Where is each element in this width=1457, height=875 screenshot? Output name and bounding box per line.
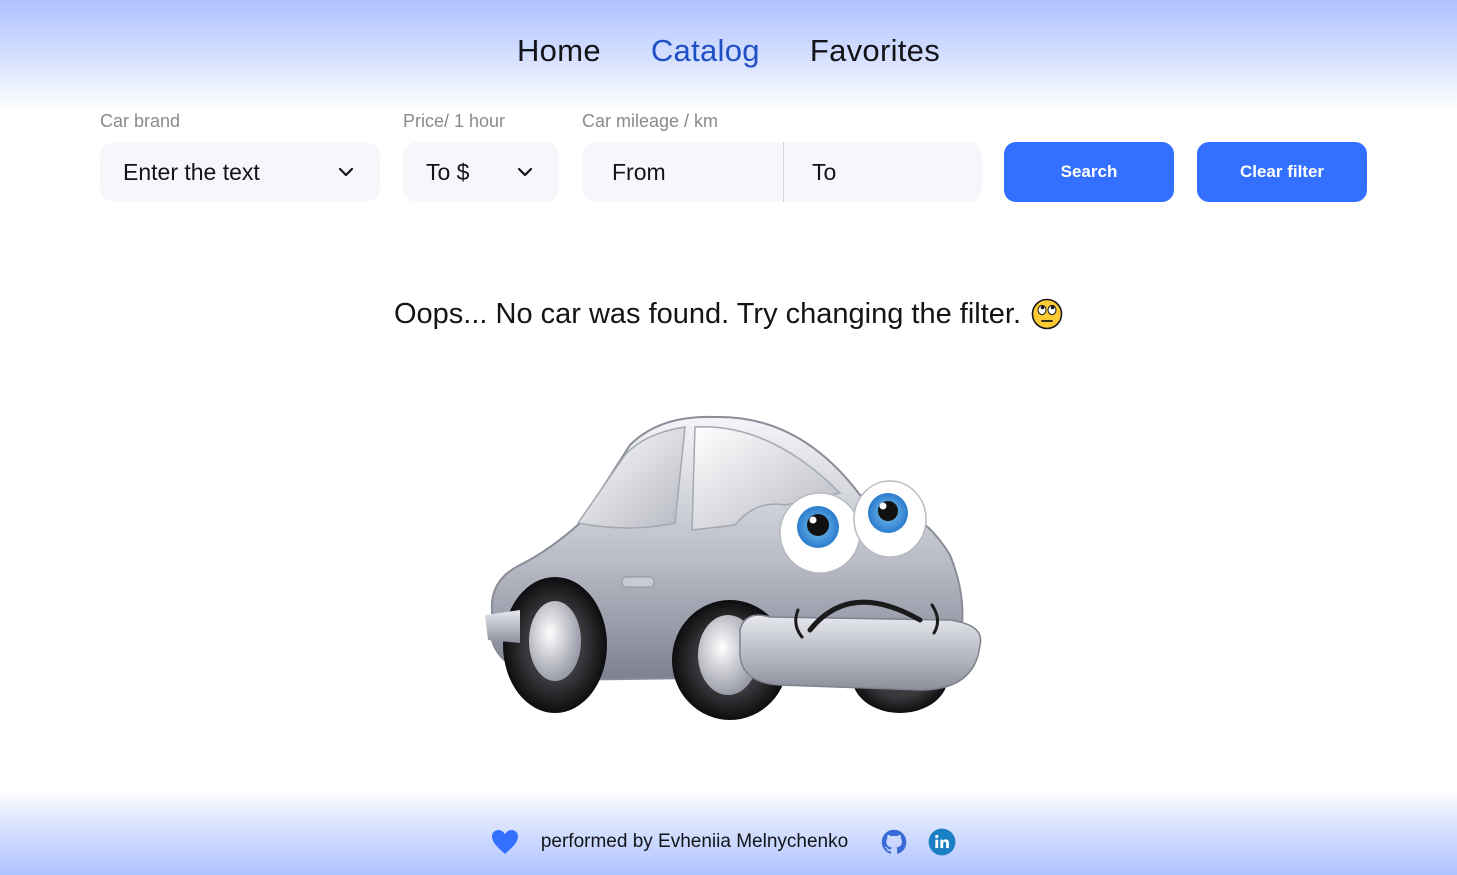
search-button[interactable]: Search (1004, 142, 1174, 202)
header: Home Catalog Favorites (0, 0, 1457, 110)
chevron-down-icon (517, 167, 533, 177)
nav-catalog[interactable]: Catalog (651, 30, 760, 72)
car-brand-value: Enter the text (123, 158, 260, 185)
nav-home[interactable]: Home (517, 30, 601, 72)
mileage-to-input[interactable]: To (784, 142, 982, 202)
mileage-from-placeholder: From (612, 158, 666, 185)
mileage-to-placeholder: To (812, 158, 837, 185)
chevron-down-icon (338, 167, 354, 177)
github-icon[interactable] (880, 828, 908, 856)
face-with-rolling-eyes-icon (1031, 298, 1063, 330)
nav-favorites[interactable]: Favorites (810, 30, 940, 72)
car-brand-select[interactable]: Enter the text (100, 142, 380, 202)
empty-state-message: Oops... No car was found. Try changing t… (0, 295, 1457, 333)
mileage-from-input[interactable]: From (582, 142, 784, 202)
clear-filter-button[interactable]: Clear filter (1197, 142, 1367, 202)
price-select[interactable]: To $ (403, 142, 559, 202)
heart-icon (491, 830, 518, 854)
mileage-label: Car mileage / km (582, 111, 719, 131)
footer-content: performed by Evheniia Melnychenko (0, 828, 1457, 856)
price-label: Price/ 1 hour (403, 111, 506, 131)
footer-credit: performed by Evheniia Melnychenko (540, 831, 849, 852)
footer: performed by Evheniia Melnychenko (0, 790, 1457, 875)
catalog-page: Home Catalog Favorites Car brand Enter t… (0, 0, 1457, 875)
main-nav: Home Catalog Favorites (0, 30, 1457, 72)
linkedin-icon[interactable] (928, 828, 956, 856)
empty-state-text: Oops... No car was found. Try changing t… (393, 298, 1022, 330)
car-brand-label: Car brand (100, 111, 181, 131)
price-value: To $ (426, 158, 470, 185)
sad-car-illustration (485, 415, 982, 720)
